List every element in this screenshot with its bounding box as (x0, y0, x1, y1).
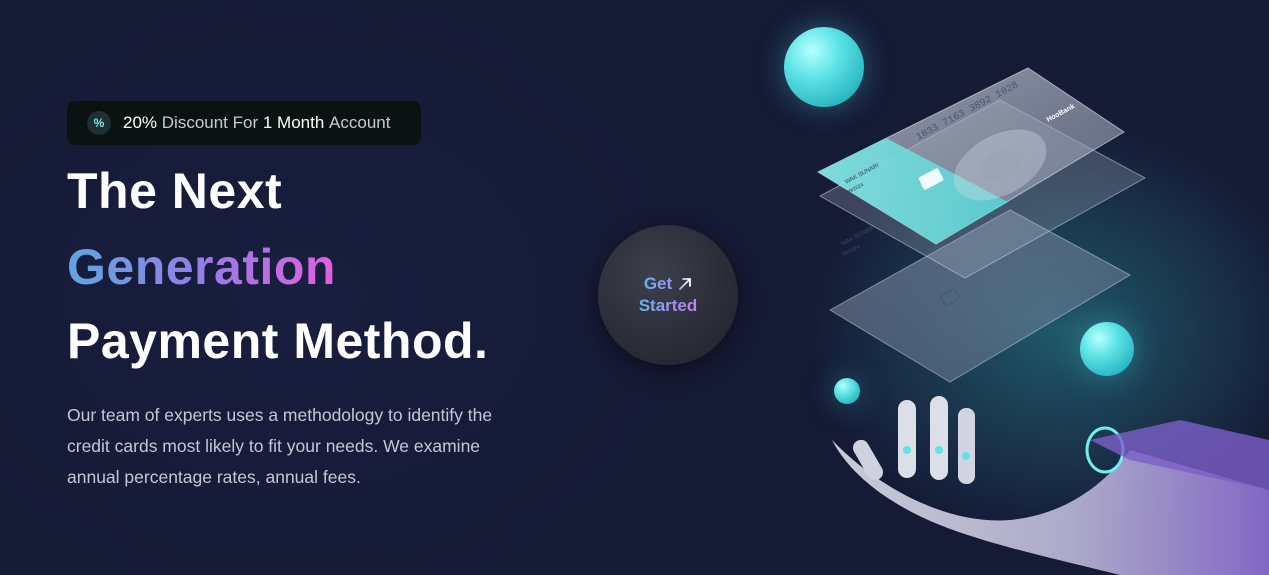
hero-description: Our team of experts uses a methodology t… (67, 405, 493, 487)
discount-badge: % 20% Discount For 1 Month Account (67, 101, 421, 145)
cards-illustration: WAK SUNARI 09/2024 1833 7163 3892 1028 H… (760, 20, 1269, 575)
get-started-label-line-1: Get (643, 274, 673, 293)
get-started-label-line-2: Started (638, 296, 698, 315)
arrow-up-right-icon (679, 278, 692, 290)
heading-line-1: The Next (67, 163, 283, 219)
discount-percent: 20% (123, 113, 158, 132)
discount-account-text: Account (329, 113, 391, 132)
back-card-holder: WAK SUNARI (840, 225, 876, 248)
heading-line-2-gradient: Generation (67, 239, 336, 295)
robot-hand (832, 396, 1269, 575)
hero-section: % 20% Discount For 1 Month Account The N… (0, 0, 1269, 575)
cards-and-hand-graphic: WAK SUNARI 09/2024 1833 7163 3892 1028 H… (816, 67, 1269, 575)
heading-line-3: Payment Method. (67, 313, 489, 369)
discount-duration: 1 Month (262, 113, 325, 132)
get-started-button[interactable]: Get Started (598, 225, 738, 365)
discount-text: Discount For (161, 113, 259, 132)
percent-icon: % (87, 111, 111, 135)
